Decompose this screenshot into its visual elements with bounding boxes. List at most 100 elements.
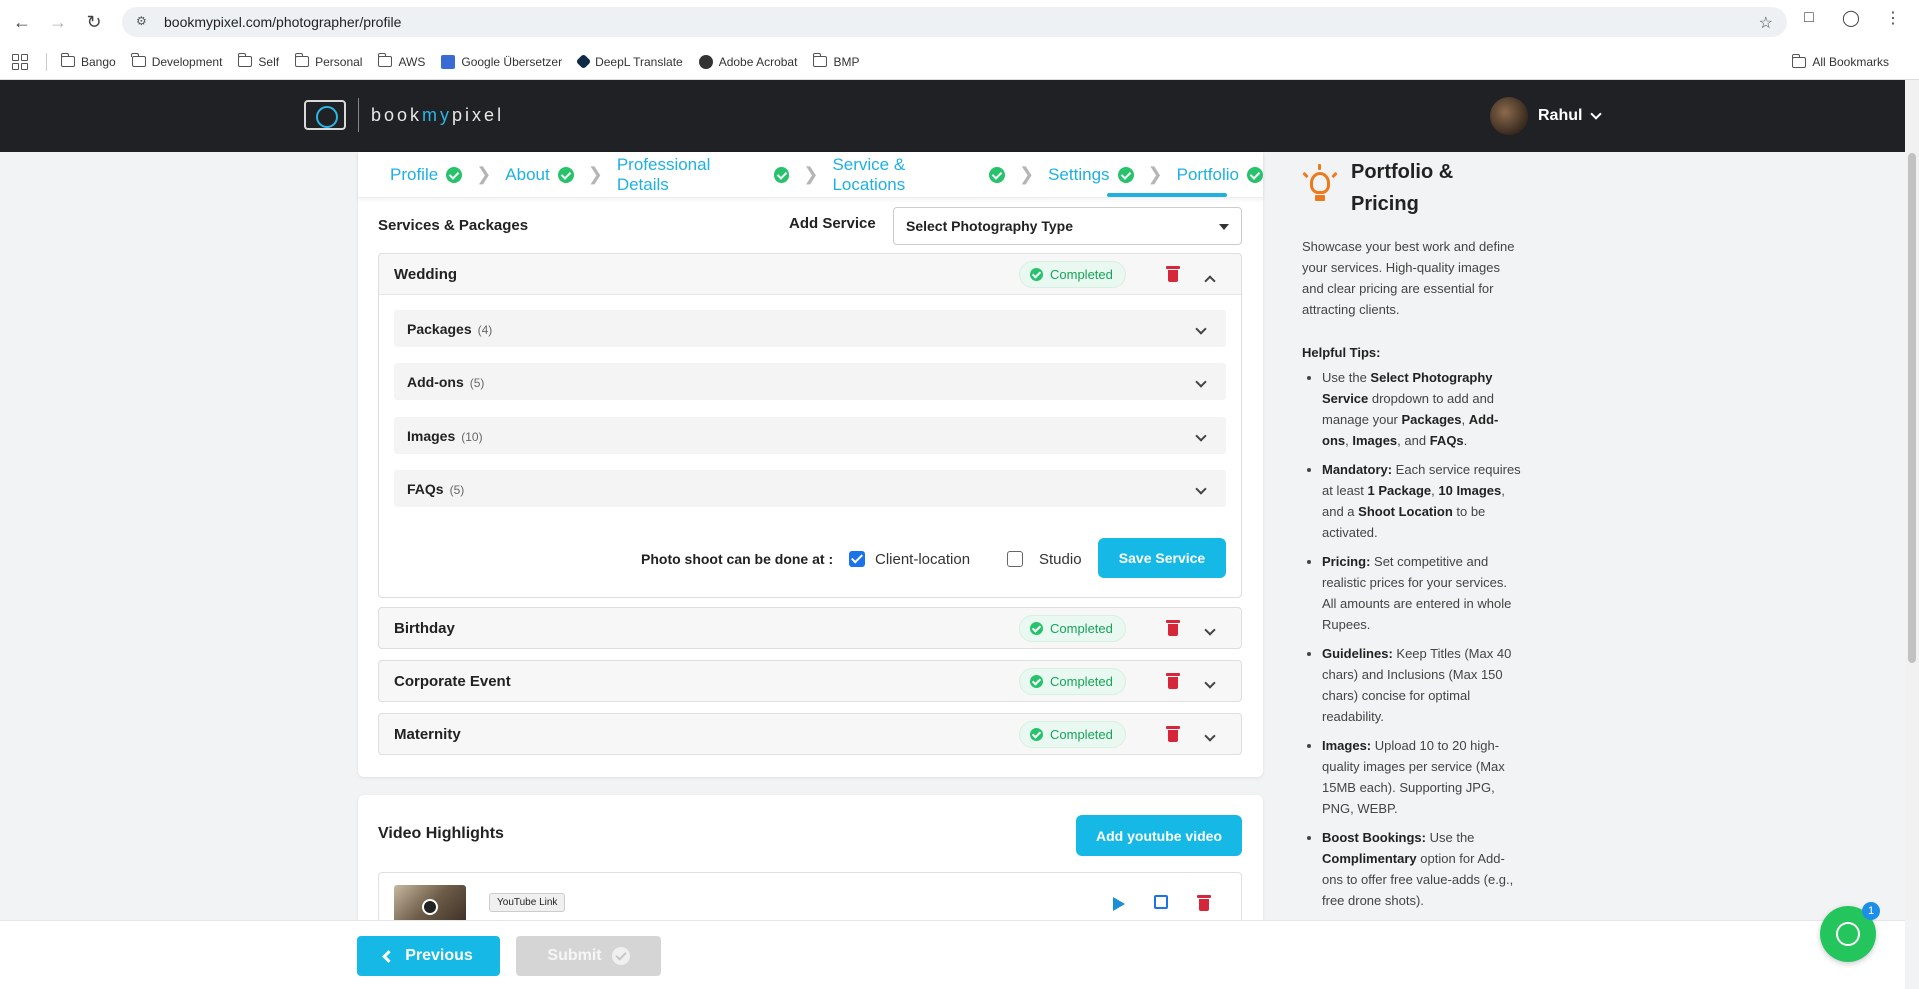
save-service-button[interactable]: Save Service [1098, 538, 1226, 578]
subsection-addons[interactable]: Add-ons (5) [394, 363, 1226, 400]
acrobat-icon [698, 54, 713, 69]
bookmark-label: Google Übersetzer [461, 54, 563, 69]
accordion-header[interactable]: Wedding Completed [379, 254, 1241, 294]
subsection-title: Add-ons (5) [407, 374, 485, 390]
check-circle-icon [1030, 675, 1043, 688]
play-overlay-icon [422, 899, 438, 915]
previous-button[interactable]: Previous [357, 936, 500, 976]
service-accordion-birthday: Birthday Completed [378, 607, 1242, 649]
site-info-icon[interactable]: ⚙ [136, 14, 152, 30]
back-arrow-icon[interactable]: ← [8, 8, 36, 36]
edit-icon[interactable] [1154, 895, 1168, 909]
accordion-header[interactable]: Maternity Completed [379, 714, 1241, 754]
photography-type-select[interactable]: Select Photography Type [893, 207, 1242, 245]
service-accordion-maternity: Maternity Completed [378, 713, 1242, 755]
whatsapp-chat-button[interactable]: 1 [1820, 902, 1880, 962]
bookmark-development[interactable]: Development [131, 53, 222, 69]
folder-icon [237, 53, 253, 67]
check-circle-icon [773, 166, 790, 183]
chevron-up-icon[interactable] [1204, 272, 1216, 290]
notification-badge: 1 [1862, 902, 1880, 920]
service-name: Wedding [394, 266, 458, 283]
all-bookmarks[interactable]: All Bookmarks [1791, 53, 1889, 69]
logo[interactable]: bookmypixel [304, 98, 504, 132]
chevron-left-icon [382, 949, 396, 963]
step-service-locations[interactable]: Service & Locations [832, 155, 1005, 195]
menu-kebab-icon[interactable]: ⋮ [1883, 8, 1903, 28]
user-name: Rahul [1538, 107, 1583, 124]
video-thumbnail[interactable] [394, 885, 466, 925]
address-bar[interactable]: ⚙ bookmypixel.com/photographer/profile ☆ [122, 7, 1787, 37]
avatar [1490, 97, 1528, 135]
scrollbar-thumb[interactable] [1908, 153, 1916, 663]
bookmark-aws[interactable]: AWS [377, 53, 426, 69]
tips-list: Use the Select Photography Service dropd… [1302, 367, 1524, 911]
submit-button[interactable]: Submit [516, 936, 661, 976]
chevron-down-icon[interactable] [1204, 674, 1216, 692]
service-accordion-wedding: Wedding Completed Packages (4) Add-ons (5)… [378, 253, 1242, 598]
client-location-label: Client-location [875, 551, 971, 568]
page-scrollbar[interactable] [1905, 80, 1919, 920]
footer-action-bar: Previous Submit [0, 920, 1905, 989]
chevron-down-icon[interactable] [1204, 727, 1216, 745]
bookmarks-bar: Bango Development Self Personal AWS Goog… [0, 44, 1919, 80]
trash-icon[interactable] [1166, 620, 1180, 636]
client-location-checkbox[interactable] [849, 551, 865, 567]
step-settings[interactable]: Settings [1048, 165, 1134, 185]
bookmark-label: Personal [315, 54, 363, 69]
trash-icon[interactable] [1197, 895, 1211, 911]
play-icon[interactable] [1113, 897, 1125, 911]
tip-item: Images: Upload 10 to 20 high-quality ima… [1322, 735, 1524, 819]
service-name: Corporate Event [394, 673, 511, 690]
url-text: bookmypixel.com/photographer/profile [164, 14, 402, 30]
reload-icon[interactable]: ↻ [80, 8, 108, 36]
bookmark-personal[interactable]: Personal [294, 53, 363, 69]
folder-icon [1791, 53, 1807, 68]
step-portfolio[interactable]: Portfolio [1177, 165, 1263, 185]
chevron-down-icon [1590, 108, 1603, 120]
caret-down-icon [1219, 224, 1229, 230]
bookmark-bango[interactable]: Bango [60, 53, 116, 69]
chevron-down-icon[interactable] [1204, 621, 1216, 639]
user-menu[interactable]: Rahul [1490, 97, 1603, 135]
step-professional-details[interactable]: Professional Details [617, 155, 790, 195]
forward-arrow-icon[interactable]: → [44, 8, 72, 36]
video-highlights-card: Video Highlights Add youtube video YouTu… [358, 795, 1263, 932]
bookmark-adobe-acrobat[interactable]: Adobe Acrobat [698, 54, 798, 69]
check-circle-icon [1247, 166, 1263, 183]
tip-item: Guidelines: Keep Titles (Max 40 chars) a… [1322, 643, 1524, 727]
bookmark-star-icon[interactable]: ☆ [1759, 13, 1773, 33]
trash-icon[interactable] [1166, 266, 1180, 282]
camera-logo-icon [304, 100, 346, 130]
bookmark-self[interactable]: Self [237, 53, 279, 69]
status-badge: Completed [1019, 668, 1126, 695]
bookmark-label: Adobe Acrobat [718, 54, 798, 69]
studio-checkbox[interactable] [1007, 551, 1023, 567]
subsection-images[interactable]: Images (10) [394, 417, 1226, 454]
bookmark-google-translate[interactable]: Google Übersetzer [441, 54, 563, 69]
trash-icon[interactable] [1166, 726, 1180, 742]
bookmark-bmp[interactable]: BMP [812, 53, 859, 69]
step-separator-icon: ❯ [1147, 164, 1163, 184]
accordion-header[interactable]: Corporate Event Completed [379, 661, 1241, 701]
subsection-packages[interactable]: Packages (4) [394, 310, 1226, 347]
active-step-indicator [1107, 193, 1227, 197]
apps-grid-icon[interactable] [12, 53, 28, 70]
step-profile[interactable]: Profile [390, 165, 463, 185]
add-youtube-video-button[interactable]: Add youtube video [1076, 815, 1242, 856]
subsection-faqs[interactable]: FAQs (5) [394, 470, 1226, 507]
bookmark-label: AWS [398, 54, 426, 69]
bookmarks-divider [46, 52, 47, 71]
tip-item: Mandatory: Each service requires at leas… [1322, 459, 1524, 543]
bookmark-label: All Bookmarks [1812, 55, 1889, 69]
trash-icon[interactable] [1166, 673, 1180, 689]
bookmark-deepl[interactable]: DeepL Translate [575, 53, 683, 70]
step-about[interactable]: About [505, 165, 574, 185]
profile-icon[interactable]: ◯ [1841, 8, 1861, 28]
studio-label: Studio [1039, 551, 1082, 568]
accordion-header[interactable]: Birthday Completed [379, 608, 1241, 648]
extensions-icon[interactable]: □ [1799, 8, 1819, 28]
chevron-down-icon [1195, 320, 1207, 338]
google-translate-icon [441, 54, 456, 69]
check-circle-icon [989, 166, 1005, 183]
